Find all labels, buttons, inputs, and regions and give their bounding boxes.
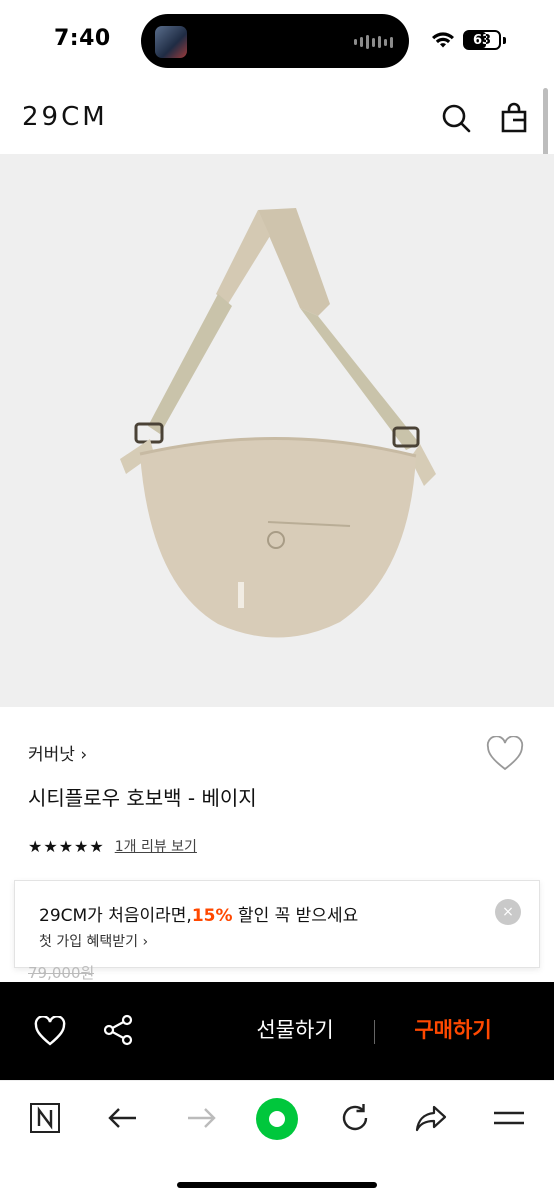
product-title: 시티플로우 호보백 - 베이지 — [28, 786, 257, 810]
now-playing-thumbnail — [155, 26, 187, 58]
purchase-button[interactable]: 구매하기 — [388, 1014, 518, 1044]
promo-title-suffix: 할인 꼭 받으세요 — [232, 906, 359, 926]
status-indicators: 63 — [431, 30, 506, 50]
brand-link[interactable]: 커버낫 › — [28, 740, 87, 765]
promo-title-prefix: 29CM가 처음이라면, — [39, 906, 192, 926]
app-header: 29CM — [0, 86, 554, 154]
hobo-bag-illustration — [120, 208, 436, 638]
menu-icon[interactable] — [492, 1101, 526, 1135]
like-heart-icon[interactable] — [34, 1016, 66, 1046]
gift-button[interactable]: 선물하기 — [230, 1014, 360, 1044]
dynamic-island — [141, 14, 409, 68]
shopping-bag-icon[interactable] — [498, 102, 530, 134]
promo-title: 29CM가 처음이라면,15% 할인 꼭 받으세요 — [39, 901, 358, 926]
promo-discount: 15% — [191, 906, 233, 926]
product-image[interactable] — [0, 154, 554, 707]
review-link[interactable]: 1개 리뷰 보기 — [115, 836, 197, 856]
battery-level: 63 — [472, 32, 492, 48]
green-dot-icon[interactable] — [255, 1097, 299, 1141]
share-icon[interactable] — [102, 1014, 134, 1046]
wifi-icon — [432, 32, 454, 48]
close-icon[interactable]: × — [495, 899, 521, 925]
share-arrow-icon[interactable] — [414, 1101, 448, 1135]
status-time: 7:40 — [54, 26, 111, 51]
search-icon[interactable] — [440, 102, 472, 134]
audio-waveform-icon — [354, 34, 393, 50]
home-indicator[interactable] — [177, 1182, 377, 1188]
logo[interactable]: 29CM — [22, 102, 108, 132]
forward-arrow-icon[interactable] — [184, 1101, 218, 1135]
original-price: 79,000원 — [28, 964, 95, 982]
battery-icon: 63 — [463, 30, 501, 50]
browser-toolbar — [0, 1080, 554, 1200]
rating-row: ★★★★★ 1개 리뷰 보기 — [28, 836, 197, 856]
button-divider — [374, 1020, 375, 1044]
refresh-icon[interactable] — [338, 1101, 372, 1135]
back-arrow-icon[interactable] — [106, 1101, 140, 1135]
signup-promo-card[interactable]: 29CM가 처음이라면,15% 할인 꼭 받으세요 첫 가입 혜택받기 › × — [14, 880, 540, 968]
battery-cap — [503, 36, 506, 44]
naver-home-icon[interactable] — [28, 1101, 62, 1135]
rating-stars: ★★★★★ — [28, 836, 105, 856]
wishlist-heart-icon[interactable] — [486, 736, 524, 772]
purchase-bar: 선물하기 구매하기 — [0, 982, 554, 1080]
status-bar: 7:40 63 — [0, 0, 554, 86]
promo-subtitle-link[interactable]: 첫 가입 혜택받기 › — [39, 931, 148, 951]
